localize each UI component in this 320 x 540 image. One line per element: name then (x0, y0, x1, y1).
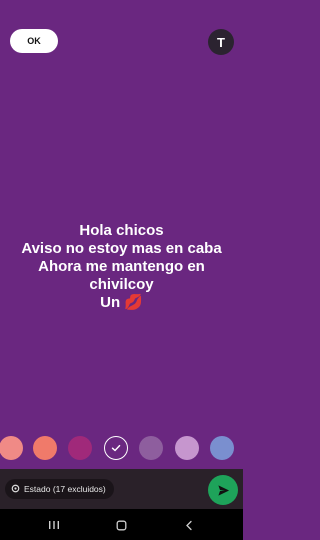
status-line-5-text: Un (100, 294, 121, 311)
home-icon[interactable] (113, 517, 129, 533)
status-line-3: Ahora me mantengo en (38, 258, 205, 275)
audience-selector[interactable]: Estado (17 excluidos) (5, 479, 114, 499)
checkmark-icon (111, 444, 121, 452)
status-line-5: Un 💋 (0, 294, 243, 312)
back-icon[interactable] (181, 517, 197, 533)
kiss-emoji-icon: 💋 (124, 294, 143, 311)
status-line-2: Aviso no estoy mas en caba (21, 240, 222, 257)
color-swatch[interactable] (68, 436, 92, 460)
bottom-bar: Estado (17 excluidos) (0, 469, 243, 509)
color-swatch[interactable] (139, 436, 163, 460)
status-text: Hola chicos Aviso no estoy mas en caba A… (0, 222, 243, 312)
color-swatch[interactable] (0, 436, 23, 460)
send-icon (217, 484, 229, 496)
status-line-1: Hola chicos (79, 222, 164, 239)
text-tool-button[interactable]: T (208, 29, 234, 55)
status-settings-icon (11, 484, 20, 495)
send-button[interactable] (208, 475, 238, 505)
color-palette (0, 436, 243, 462)
color-swatch-selected[interactable] (104, 436, 128, 460)
system-nav-bar (0, 509, 243, 540)
status-line-4: chivilcoy (89, 276, 154, 293)
recent-apps-icon[interactable] (46, 517, 62, 533)
color-swatch[interactable] (33, 436, 57, 460)
ok-button[interactable]: OK (10, 29, 58, 53)
audience-label: Estado (17 excluidos) (24, 484, 106, 494)
color-swatch[interactable] (210, 436, 234, 460)
color-swatch[interactable] (175, 436, 199, 460)
